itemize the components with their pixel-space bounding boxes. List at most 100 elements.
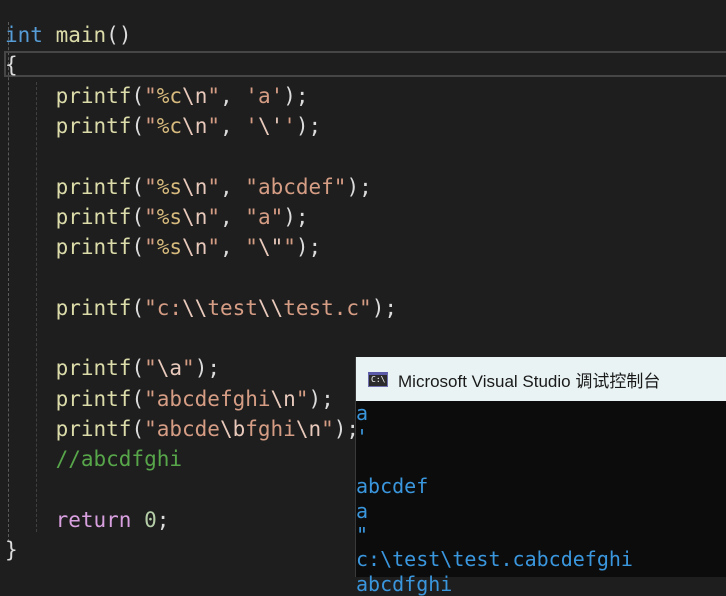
- code-token: (: [131, 83, 145, 108]
- code-token: ,: [220, 174, 246, 199]
- code-token: printf: [55, 295, 132, 320]
- code-token: );: [346, 174, 372, 199]
- code-token: ": [144, 204, 157, 229]
- code-token: //abcdfghi: [55, 447, 183, 472]
- code-token: );: [283, 83, 309, 108]
- code-token: ": [283, 235, 296, 260]
- code-token: ": [207, 83, 220, 108]
- console-output-line: a: [356, 498, 369, 523]
- console-output-line: ": [356, 522, 369, 547]
- code-token: "abcdef": [245, 174, 347, 199]
- code-token: ": [207, 204, 220, 229]
- code-token: "abcdefghi: [144, 386, 271, 411]
- code-token: (): [106, 23, 132, 47]
- console-titlebar[interactable]: C:\ Microsoft Visual Studio 调试控制台: [356, 357, 726, 401]
- code-token: ": [245, 235, 258, 260]
- code-token: \b: [219, 416, 246, 441]
- code-line[interactable]: printf("abcdefghi\n");: [5, 384, 334, 414]
- console-output-line: abcdef: [356, 474, 429, 499]
- code-token: ,: [220, 204, 246, 229]
- code-token: ": [144, 83, 157, 108]
- code-token: printf: [55, 386, 132, 411]
- code-line[interactable]: printf("abcde\bfghi\n");: [5, 414, 360, 444]
- code-token: (: [131, 235, 145, 260]
- code-token: \\: [182, 295, 208, 320]
- code-token: \n: [182, 113, 208, 138]
- code-token: );: [194, 356, 220, 381]
- console-title: Microsoft Visual Studio 调试控制台: [398, 371, 661, 391]
- code-token: %s: [156, 235, 183, 260]
- debug-console-window[interactable]: C:\ Microsoft Visual Studio 调试控制台 a ' abcd…: [355, 357, 726, 596]
- code-token: printf: [55, 235, 132, 260]
- code-line[interactable]: printf("%s\n", "abcdef");: [5, 172, 372, 202]
- code-token: );: [308, 386, 334, 411]
- code-token: printf: [55, 356, 132, 381]
- code-token: \': [257, 113, 284, 138]
- code-token: ': [245, 113, 258, 138]
- code-token: printf: [55, 204, 132, 229]
- code-token: (: [131, 386, 145, 411]
- code-token: return: [55, 507, 132, 532]
- code-line[interactable]: //abcdfghi: [5, 444, 182, 474]
- code-token: \n: [182, 204, 208, 229]
- code-line[interactable]: int main(): [5, 20, 131, 50]
- code-token: (: [131, 113, 145, 138]
- code-line[interactable]: return 0;: [5, 505, 170, 535]
- code-token: ": [182, 356, 195, 381]
- console-output[interactable]: a ' abcdef a " c:\test\test.cabcdefghi abcdfgh…: [356, 401, 726, 596]
- code-token: }: [5, 538, 18, 563]
- code-token: (: [131, 416, 145, 441]
- code-token: ": [207, 235, 220, 260]
- code-token: \n: [182, 83, 208, 108]
- code-token: ,: [220, 83, 246, 108]
- code-token: "abcde: [144, 416, 220, 441]
- code-token: test: [207, 295, 258, 320]
- code-token: \n: [182, 174, 208, 199]
- code-token: (: [131, 356, 145, 381]
- code-token: \\: [257, 295, 284, 320]
- code-token: printf: [55, 113, 132, 138]
- code-token: \a: [156, 356, 183, 381]
- code-line[interactable]: printf("%c\n", '\'');: [5, 111, 322, 141]
- code-line[interactable]: {: [5, 50, 18, 80]
- code-token: ,: [220, 113, 246, 138]
- code-line[interactable]: printf("%s\n", "\"");: [5, 232, 322, 262]
- console-output-line: abcdfghi: [356, 571, 453, 596]
- code-token: fghi: [245, 416, 296, 441]
- code-token: %c: [156, 113, 183, 138]
- code-token: int: [5, 23, 43, 47]
- code-line[interactable]: printf("\a");: [5, 353, 220, 383]
- code-token: ": [207, 113, 220, 138]
- cmd-icon: C:\: [368, 371, 388, 387]
- code-token: printf: [55, 83, 132, 108]
- code-token: (: [131, 295, 145, 320]
- code-token: ": [144, 113, 157, 138]
- code-line[interactable]: }: [5, 535, 18, 565]
- code-token: );: [295, 113, 322, 138]
- code-token: ": [321, 416, 334, 441]
- code-token: ": [295, 386, 309, 411]
- code-line[interactable]: printf("%c\n", 'a');: [5, 81, 309, 111]
- code-token: (: [131, 174, 145, 199]
- code-token: ': [283, 113, 296, 138]
- code-token: printf: [55, 416, 132, 441]
- console-output-line: a: [356, 401, 369, 425]
- code-line[interactable]: printf("c:\\test\\test.c");: [5, 293, 397, 323]
- code-token: 'a': [245, 83, 284, 108]
- code-token: printf: [55, 174, 132, 199]
- console-output-line: c:\test\test.cabcdefghi: [356, 547, 633, 572]
- code-line[interactable]: printf("%s\n", "a");: [5, 202, 309, 232]
